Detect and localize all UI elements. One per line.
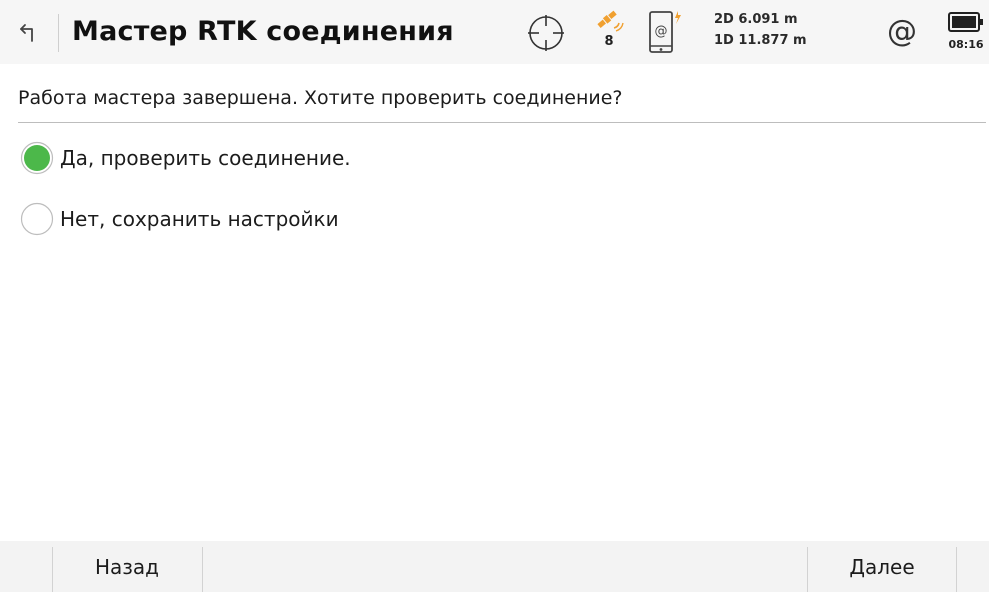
lightning-icon xyxy=(675,11,681,24)
precision-readout: 2D 6.091 m 1D 11.877 m xyxy=(714,9,807,51)
svg-text:@: @ xyxy=(655,24,668,39)
header-divider xyxy=(58,14,59,52)
crosshair-icon[interactable] xyxy=(526,13,566,53)
back-arrow-icon[interactable] xyxy=(14,18,44,48)
divider xyxy=(18,122,986,123)
question-text: Работа мастера завершена. Хотите провери… xyxy=(18,87,623,109)
footer-bar: Назад Далее xyxy=(0,541,989,592)
precision-1d: 1D 11.877 m xyxy=(714,33,807,48)
device-at-icon: @ xyxy=(649,11,681,53)
connection-icon[interactable]: @ xyxy=(882,12,922,52)
clock: 08:16 xyxy=(948,38,984,51)
option-label: Нет, сохранить настройки xyxy=(60,207,339,231)
satellite-status[interactable]: 8 xyxy=(594,8,624,58)
battery-status: 08:16 xyxy=(946,10,986,56)
back-button[interactable]: Назад xyxy=(52,541,202,592)
page-title: Мастер RTK соединения xyxy=(72,16,454,47)
precision-2d: 2D 6.091 m xyxy=(714,12,798,27)
battery-icon xyxy=(948,12,983,32)
option-save-settings[interactable]: Нет, сохранить настройки xyxy=(20,202,339,236)
satellite-icon xyxy=(597,10,624,32)
rtk-wizard-screen: Мастер RTK соединения 8 @ 2D 6.091 m 1D … xyxy=(0,0,989,592)
radio-selected[interactable] xyxy=(20,141,54,175)
satellite-count: 8 xyxy=(604,34,614,49)
radio-unselected[interactable] xyxy=(20,202,54,236)
header-bar: Мастер RTK соединения 8 @ 2D 6.091 m 1D … xyxy=(0,0,989,64)
footer-divider xyxy=(956,547,957,592)
device-status[interactable]: @ xyxy=(646,9,684,57)
next-button[interactable]: Далее xyxy=(808,541,956,592)
option-label: Да, проверить соединение. xyxy=(60,146,351,170)
footer-divider xyxy=(202,547,203,592)
option-check-connection[interactable]: Да, проверить соединение. xyxy=(20,141,351,175)
